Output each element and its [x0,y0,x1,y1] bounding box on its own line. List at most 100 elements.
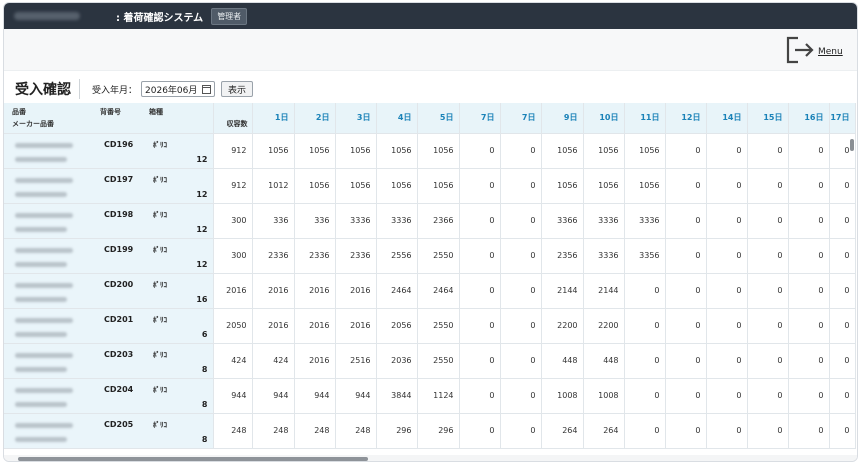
back-no-header: 背番号 [100,108,121,116]
item-info-cell: CD203 ﾎﾟﾘｺ 8 [4,343,214,379]
day-value-cell: 0 [788,203,830,239]
horizontal-scrollbar[interactable] [18,457,368,461]
item-info-cell: CD198 ﾎﾟﾘｺ 12 [4,203,214,239]
day-value-cell: 0 [788,343,830,379]
receipt-grid[interactable]: 品番 メーカー品番 背番号 箱種 収容数 1日 2日 3日 4日 5日 7日 7日 9日 10日… [4,103,856,453]
day-header: 5日 [417,103,460,134]
day-value-cell: 0 [500,203,542,239]
table-row[interactable]: CD197 ﾎﾟﾘｺ 12 912 1012 1056 1056 1056 1056 0 0 1056… [4,168,856,204]
day-value-cell: 448 [583,343,625,379]
day-value-cell: 0 [459,308,501,344]
box-type: ﾎﾟﾘｺ [153,350,167,359]
day-value-cell: 2550 [417,238,460,274]
calendar-icon[interactable] [202,84,212,94]
day-value-cell: 0 [624,343,666,379]
day-value-cell: 0 [829,378,856,414]
capacity-cell: 2016 [213,273,253,309]
table-row[interactable]: CD205 ﾎﾟﾘｺ 8 248 248 248 248 296 296 0 0 264 264 0 0 0 0… [4,413,856,449]
table-row[interactable]: CD203 ﾎﾟﾘｺ 8 424 424 2016 2516 2036 2550 0 0 448 448… [4,343,856,379]
day-value-cell: 0 [500,168,542,204]
day-value-cell: 1056 [624,133,666,169]
day-header: 17日 [829,103,856,134]
redacted-item-no [15,282,73,288]
table-row[interactable]: CD196 ﾎﾟﾘｺ 12 912 1056 1056 1056 1056 1056 0 0 1056… [4,133,856,169]
redacted-maker-item-no [15,436,67,442]
menu-label: Menu [818,47,843,57]
back-number: CD203 [104,349,134,359]
table-row[interactable]: CD200 ﾎﾟﾘｺ 16 2016 2016 2016 2016 2464 2464 0 0 214… [4,273,856,309]
day-value-cell: 1056 [376,133,418,169]
day-value-cell: 1056 [335,133,377,169]
day-value-cell: 296 [376,413,418,449]
redacted-maker-item-no [15,331,67,337]
day-value-cell: 1056 [583,168,625,204]
table-row[interactable]: CD201 ﾎﾟﾘｺ 6 2050 2016 2016 2016 2056 2550 0 0 2200… [4,308,856,344]
day-header: 4日 [376,103,418,134]
show-button[interactable]: 表示 [221,81,254,97]
box-quantity: 12 [196,259,208,269]
day-value-cell: 0 [665,168,707,204]
vertical-scrollbar[interactable] [850,139,854,151]
day-value-cell: 0 [829,203,856,239]
day-value-cell: 944 [294,378,336,414]
redacted-item-no [15,177,73,183]
day-value-cell: 2556 [376,238,418,274]
menu-strip: Menu [4,29,857,71]
day-value-cell: 248 [294,413,336,449]
day-value-cell: 944 [335,378,377,414]
day-value-cell: 0 [706,203,748,239]
day-value-cell: 2144 [583,273,625,309]
day-value-cell: 0 [459,343,501,379]
day-value-cell: 0 [829,343,856,379]
day-header: 12日 [665,103,707,134]
redacted-maker-item-no [15,296,67,302]
redacted-maker-item-no [15,191,67,197]
day-value-cell: 3336 [624,203,666,239]
day-value-cell: 2366 [417,203,460,239]
table-row[interactable]: CD204 ﾎﾟﾘｺ 8 944 944 944 944 3844 1124 0 0 1008 1008… [4,378,856,414]
day-value-cell: 0 [459,273,501,309]
day-value-cell: 0 [747,238,789,274]
item-info-cell: CD201 ﾎﾟﾘｺ 6 [4,308,214,344]
day-value-cell: 2056 [376,308,418,344]
day-value-cell: 2016 [294,273,336,309]
redacted-item-no [15,352,73,358]
day-value-cell: 0 [747,203,789,239]
day-value-cell: 0 [788,413,830,449]
day-value-cell: 0 [706,238,748,274]
redacted-organization-name [14,12,80,20]
day-value-cell: 0 [459,133,501,169]
box-quantity: 8 [201,399,208,409]
day-value-cell: 0 [747,308,789,344]
day-value-cell: 1056 [417,168,460,204]
day-value-cell: 424 [252,343,295,379]
table-row[interactable]: CD198 ﾎﾟﾘｺ 12 300 336 336 3336 3336 2366 0 0 3366 33… [4,203,856,239]
day-value-cell: 0 [706,168,748,204]
table-row[interactable]: CD199 ﾎﾟﾘｺ 12 300 2336 2336 2336 2556 2550 0 0 2356… [4,238,856,274]
redacted-maker-item-no [15,401,67,407]
day-value-cell: 0 [624,413,666,449]
day-value-cell: 1056 [624,168,666,204]
year-month-input[interactable]: 2026年06月 [141,81,216,97]
day-value-cell: 0 [500,413,542,449]
day-value-cell: 0 [747,343,789,379]
day-value-cell: 2336 [252,238,295,274]
day-value-cell: 0 [459,378,501,414]
day-value-cell: 0 [665,133,707,169]
day-value-cell: 1056 [541,168,584,204]
capacity-cell: 300 [213,203,253,239]
day-value-cell: 2200 [583,308,625,344]
day-value-cell: 1008 [541,378,584,414]
capacity-cell: 912 [213,168,253,204]
day-value-cell: 0 [665,378,707,414]
item-info-cell: CD204 ﾎﾟﾘｺ 8 [4,378,214,414]
capacity-cell: 248 [213,413,253,449]
day-header: 10日 [583,103,625,134]
day-value-cell: 0 [788,133,830,169]
day-value-cell: 0 [788,273,830,309]
day-value-cell: 2016 [294,343,336,379]
day-value-cell: 0 [829,238,856,274]
menu-button[interactable]: Menu [785,35,845,65]
day-value-cell: 0 [665,273,707,309]
day-value-cell: 2550 [417,308,460,344]
